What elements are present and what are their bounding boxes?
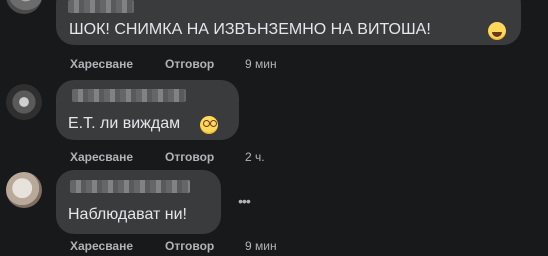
- like-link[interactable]: Харесване: [70, 57, 133, 71]
- timestamp[interactable]: 9 мин: [245, 57, 277, 71]
- blurred-author-name[interactable]: [72, 89, 186, 102]
- avatar[interactable]: [6, 172, 42, 208]
- laughing-emoji-icon: [488, 22, 506, 40]
- timestamp[interactable]: 2 ч.: [245, 150, 265, 164]
- timestamp[interactable]: 9 мин: [245, 239, 277, 253]
- comment-text: Е.Т. ли виждам: [68, 115, 181, 132]
- avatar[interactable]: [6, 84, 42, 120]
- comment-bubble: Наблюдават ни!: [56, 170, 221, 234]
- more-horizontal-icon[interactable]: •••: [236, 193, 252, 209]
- comment-text: ШОК! СНИМКА НА ИЗВЪНЗЕМНО НА ВИТОША!: [69, 21, 431, 38]
- reply-link[interactable]: Отговор: [165, 57, 214, 71]
- blurred-author-name[interactable]: [68, 0, 134, 13]
- comment-bubble: ШОК! СНИМКА НА ИЗВЪНЗЕМНО НА ВИТОША!: [56, 0, 521, 45]
- dizzy-face-emoji-icon: [200, 116, 218, 134]
- comment-text: Наблюдават ни!: [68, 206, 187, 223]
- like-link[interactable]: Харесване: [70, 150, 133, 164]
- blurred-author-name[interactable]: [70, 180, 190, 193]
- avatar[interactable]: [6, 0, 42, 14]
- reply-link[interactable]: Отговор: [165, 239, 214, 253]
- like-link[interactable]: Харесване: [70, 239, 133, 253]
- reply-link[interactable]: Отговор: [165, 150, 214, 164]
- comment-bubble: Е.Т. ли виждам: [56, 80, 239, 140]
